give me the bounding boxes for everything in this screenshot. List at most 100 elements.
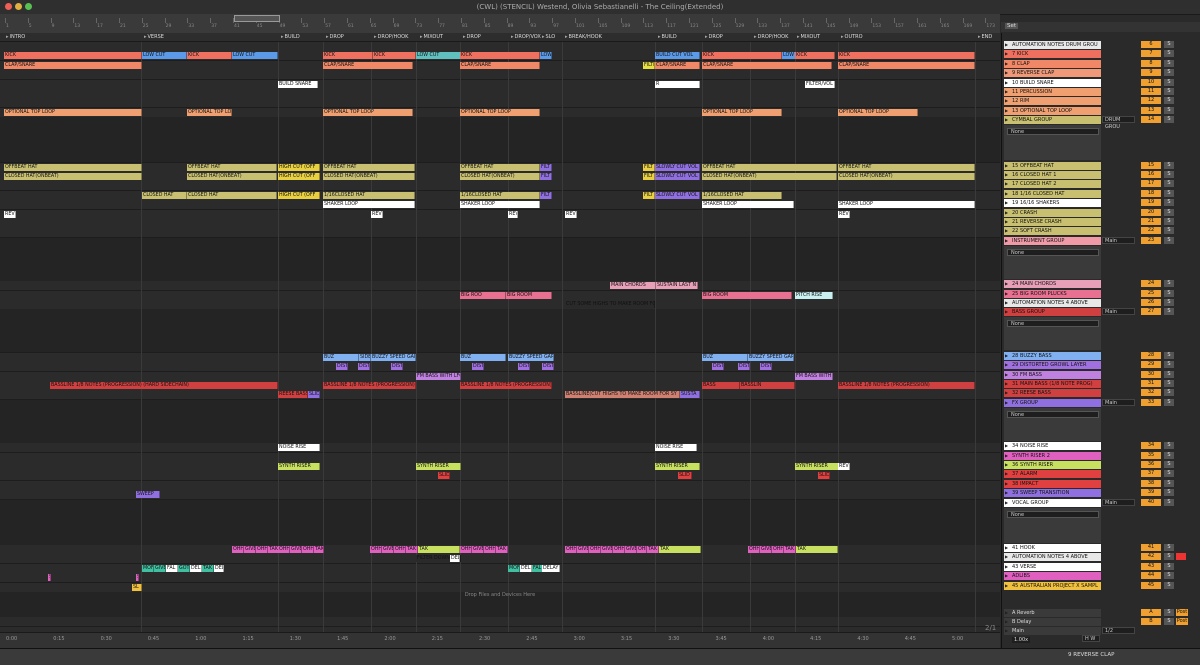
track-lane[interactable] bbox=[0, 499, 1000, 546]
clip[interactable]: SHAKER LOOP bbox=[838, 201, 975, 209]
clip[interactable]: SIDE bbox=[359, 353, 371, 361]
output-routing[interactable]: Main bbox=[1102, 498, 1135, 506]
clip[interactable]: MOF bbox=[508, 564, 520, 572]
clip[interactable]: LOW CUT bbox=[142, 52, 187, 60]
clip[interactable]: DEL bbox=[520, 564, 532, 572]
solo-button[interactable]: S bbox=[1164, 59, 1174, 67]
clip[interactable]: BASSLINE 1/8 NOTES (PROGRESSION) (HARD S… bbox=[50, 382, 278, 389]
clip[interactable]: OPTIONAL TOP LOOP bbox=[323, 108, 413, 116]
track-header[interactable]: 15 OFFBEAT HAT bbox=[1004, 161, 1101, 170]
clip[interactable]: GIVE bbox=[625, 546, 637, 553]
time-ruler[interactable]: 0:00 0:15 0:30 0:45 1:00 1:15 1:30 1:45 2:00 2:15… bbox=[0, 632, 1000, 649]
track-header[interactable]: 36 SYNTH RISER bbox=[1004, 461, 1101, 469]
clip[interactable]: TAK bbox=[418, 546, 460, 553]
clip[interactable]: SLID bbox=[438, 472, 450, 480]
clip[interactable]: 1/16CLOSED HAT bbox=[702, 191, 782, 199]
clip[interactable]: OHH bbox=[302, 546, 314, 553]
track-number[interactable]: 39 bbox=[1141, 489, 1161, 497]
track-number[interactable]: 24 bbox=[1141, 280, 1161, 288]
solo-button[interactable]: S bbox=[1164, 461, 1174, 468]
clip[interactable]: BIG ROOM bbox=[702, 291, 792, 299]
output-routing[interactable]: DRUM GROU bbox=[1102, 116, 1135, 130]
clip[interactable]: GIVE bbox=[382, 546, 394, 553]
clip[interactable]: DIST bbox=[542, 363, 554, 371]
clip[interactable]: SUSTA bbox=[680, 391, 700, 399]
clip[interactable]: BASS bbox=[702, 382, 740, 389]
locator[interactable]: INTRO bbox=[6, 34, 26, 40]
clip[interactable]: HIGH CUT (OFF bbox=[278, 191, 320, 199]
clip[interactable]: 1/16CLOSED HAT bbox=[460, 191, 540, 199]
clip[interactable]: KICK bbox=[702, 52, 782, 60]
output-routing[interactable]: Main bbox=[1102, 398, 1135, 406]
track-header[interactable]: 7 KICK bbox=[1004, 50, 1101, 59]
clip[interactable]: OPTIONAL TOP LOOP bbox=[702, 108, 782, 116]
track-header[interactable]: 21 REVERSE CRASH bbox=[1004, 218, 1101, 226]
clip[interactable]: SLID bbox=[818, 472, 830, 480]
clip[interactable]: GIVE bbox=[154, 564, 166, 572]
clip[interactable]: FILT bbox=[540, 191, 552, 199]
clip[interactable]: FAL bbox=[166, 564, 178, 572]
track-number[interactable]: 20 bbox=[1141, 208, 1161, 216]
loop-brace[interactable] bbox=[234, 15, 280, 22]
clip[interactable]: CLAP/SNARE bbox=[323, 61, 413, 69]
solo-button[interactable]: S bbox=[1164, 236, 1174, 244]
post-button[interactable]: Post bbox=[1176, 609, 1188, 616]
track-number[interactable]: 31 bbox=[1141, 380, 1161, 387]
clip[interactable]: BIG ROO bbox=[460, 291, 506, 299]
clip[interactable]: FILT bbox=[643, 191, 655, 199]
clip[interactable]: OFFBEAT HAT bbox=[460, 163, 540, 171]
clip[interactable]: SYNTH RISER bbox=[795, 463, 840, 470]
clip[interactable]: KICK bbox=[838, 52, 975, 60]
clip[interactable]: CLOSED HAT(ONBEAT) bbox=[838, 173, 975, 180]
track-number[interactable]: 7 bbox=[1141, 50, 1161, 58]
track-header[interactable]: AUTOMATION NOTES 4 ABOVE bbox=[1004, 299, 1101, 307]
track-header[interactable]: AUTOMATION NOTES DRUM GROU bbox=[1004, 41, 1101, 49]
clip[interactable]: SLOWLY CUT VOL bbox=[655, 191, 700, 199]
clip[interactable]: REV bbox=[371, 210, 383, 218]
track-number[interactable]: 45 bbox=[1141, 581, 1161, 589]
locator[interactable]: DROP bbox=[326, 34, 344, 40]
solo-button[interactable]: S bbox=[1164, 69, 1174, 77]
clip[interactable]: CLOSED HAT(ONBEAT) bbox=[702, 173, 837, 180]
track-header[interactable]: 38 IMPACT bbox=[1004, 479, 1101, 488]
solo-button[interactable]: S bbox=[1164, 299, 1174, 306]
track-header[interactable]: BASS GROUP bbox=[1004, 308, 1101, 317]
clip[interactable]: 1/16CLOSED HAT bbox=[323, 191, 415, 199]
clip[interactable]: HIGH CUT (OFF bbox=[278, 163, 320, 171]
clip[interactable]: SLID bbox=[48, 574, 51, 582]
locator[interactable]: OUTRO bbox=[841, 34, 863, 40]
group-input-select[interactable]: None bbox=[1007, 248, 1099, 256]
clip[interactable]: OHH bbox=[748, 546, 760, 553]
clip[interactable]: DIST bbox=[760, 363, 772, 371]
clip[interactable]: BUZ bbox=[702, 353, 748, 361]
clip[interactable]: DEL bbox=[214, 564, 224, 572]
track-header[interactable]: 37 ALARM bbox=[1004, 470, 1101, 479]
clip[interactable]: HIGH CUT (OFF bbox=[278, 173, 320, 180]
track-header[interactable]: 16 CLOSED HAT 1 bbox=[1004, 171, 1101, 179]
locator[interactable]: DROP/HOOK bbox=[754, 34, 789, 40]
clip[interactable]: OHH bbox=[613, 546, 625, 553]
solo-button[interactable]: S bbox=[1164, 562, 1174, 570]
solo-button[interactable]: S bbox=[1164, 609, 1174, 616]
clip[interactable]: CLAP/SNARE bbox=[460, 61, 540, 69]
set-button[interactable]: Set bbox=[1005, 23, 1019, 29]
clip[interactable]: DIST bbox=[738, 363, 750, 371]
clip[interactable]: REV bbox=[508, 210, 518, 218]
clip[interactable]: MOF bbox=[142, 564, 154, 572]
clip[interactable]: DIST bbox=[358, 363, 370, 371]
clip[interactable]: NOISE RISE bbox=[278, 444, 320, 452]
track-lane[interactable] bbox=[0, 309, 1000, 354]
clip[interactable]: BUZZY SPEED GAR bbox=[508, 353, 554, 361]
clip[interactable]: OHH bbox=[460, 546, 472, 553]
locator[interactable]: MIXOUT bbox=[797, 34, 821, 40]
clip[interactable]: CLOSED HAT(ONBEAT) bbox=[4, 173, 142, 180]
clip[interactable]: OHH bbox=[394, 546, 406, 553]
clip[interactable]: CUT SOME HIGHS TO MAKE ROOM FOR bbox=[565, 301, 655, 308]
clip[interactable]: DEL bbox=[190, 564, 202, 572]
track-header[interactable]: 10 BUILD SNARE bbox=[1004, 78, 1101, 87]
arm-button[interactable] bbox=[1176, 553, 1186, 561]
clip[interactable]: SLID bbox=[678, 472, 692, 480]
clip[interactable]: CLAP/SNARE bbox=[838, 61, 975, 69]
clip[interactable]: DIST bbox=[391, 363, 403, 371]
solo-button[interactable]: S bbox=[1164, 171, 1174, 178]
